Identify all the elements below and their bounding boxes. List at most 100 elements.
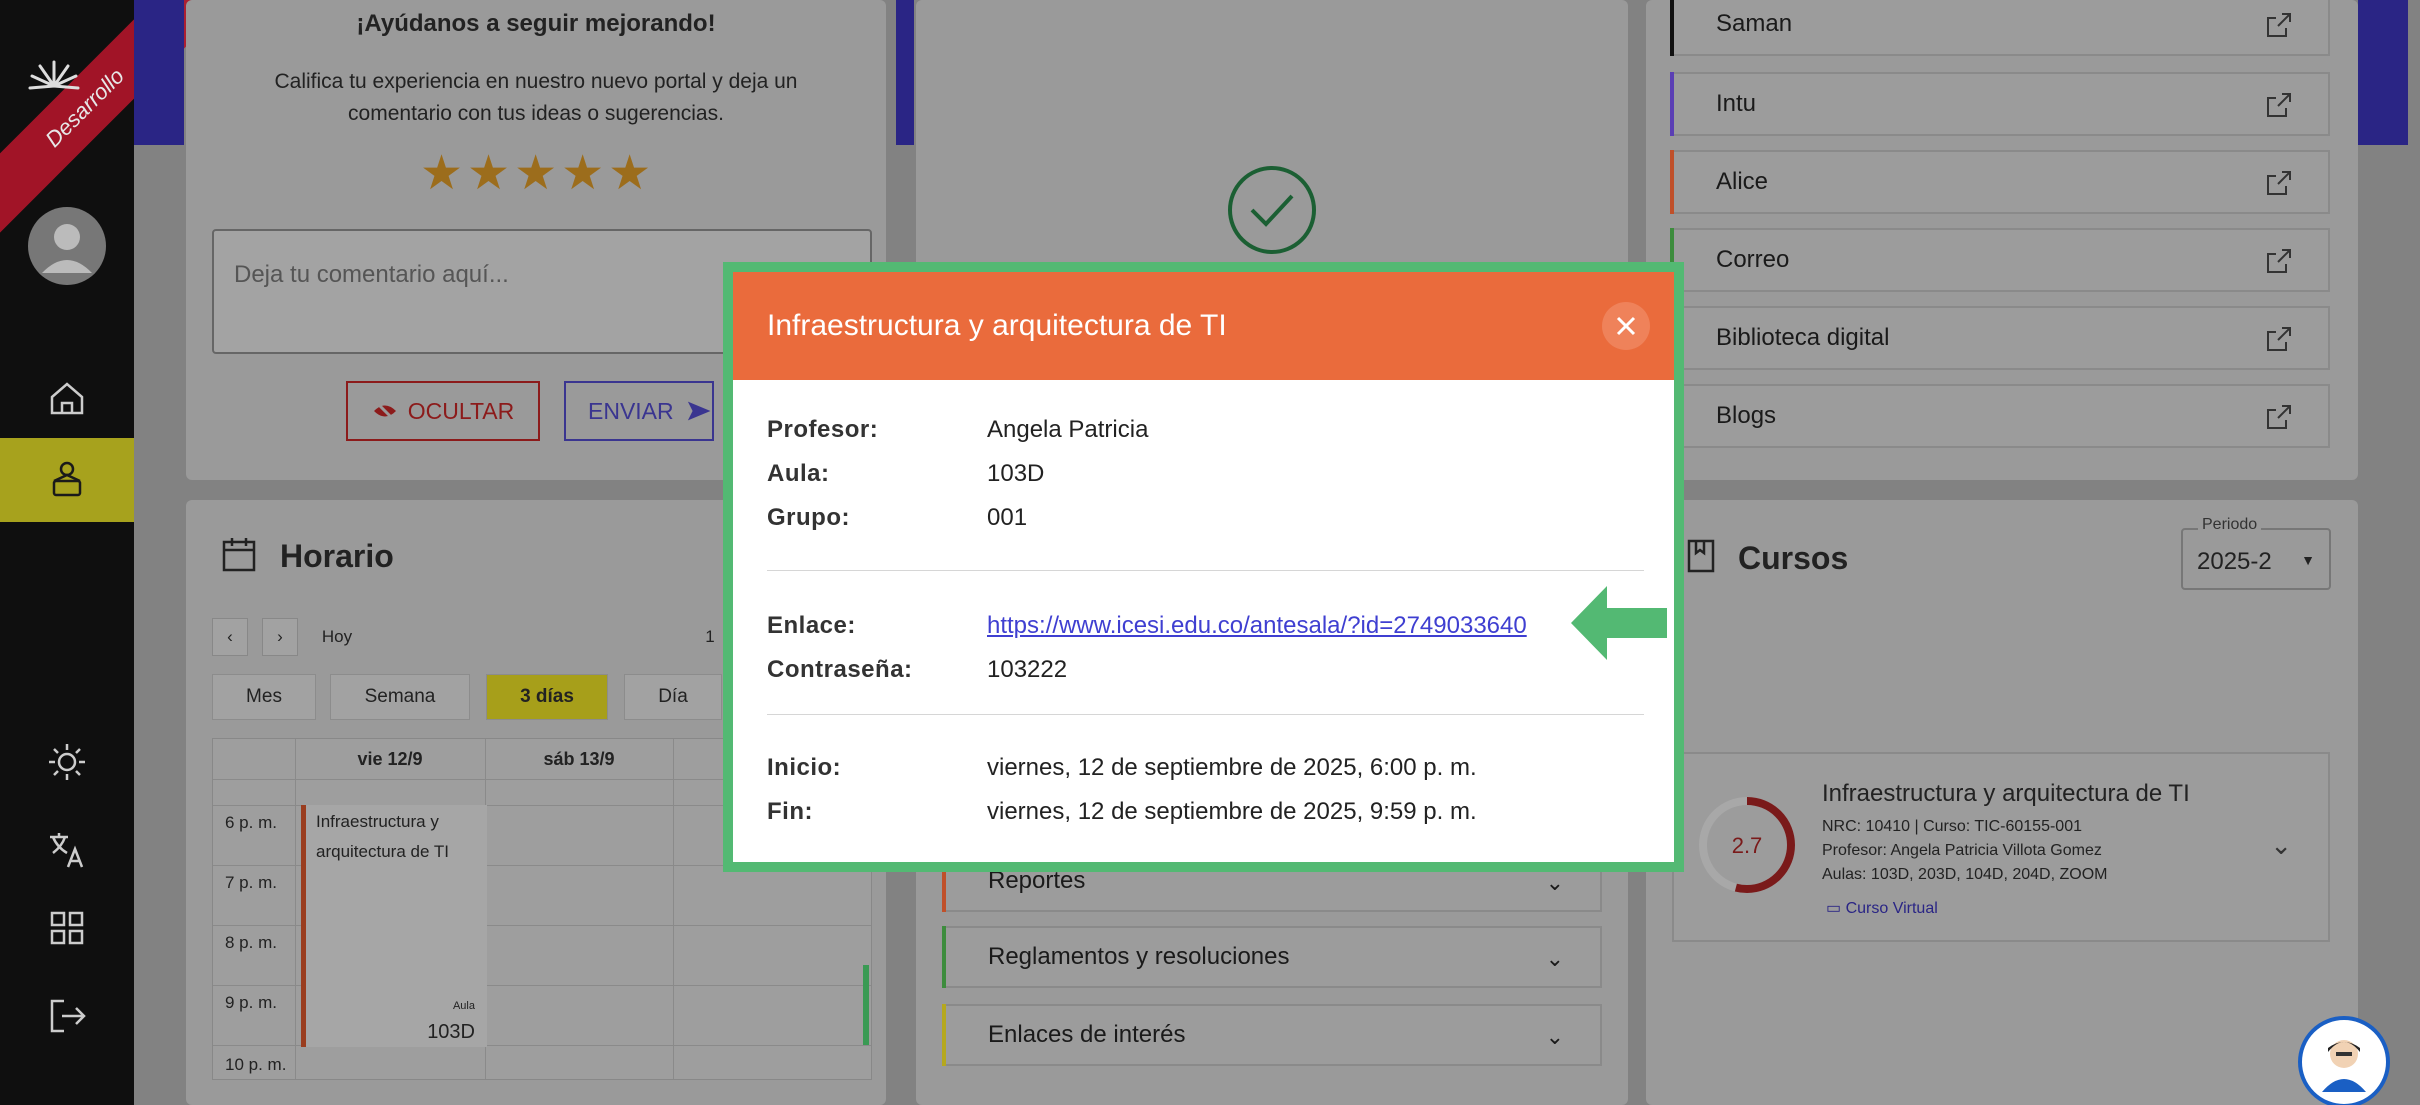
star-icon[interactable]: ★	[608, 150, 651, 198]
view-day-button[interactable]: Día	[624, 674, 722, 720]
sun-icon	[49, 744, 85, 780]
chevron-down-icon: ⌄	[1545, 1024, 1564, 1049]
contrasena-value: 103222	[987, 656, 1068, 683]
user-icon	[42, 224, 92, 273]
link-accent	[1670, 72, 1674, 136]
external-link-icon	[2267, 171, 2291, 195]
link-label: Saman	[1716, 10, 1793, 37]
meeting-link[interactable]: https://www.icesi.edu.co/antesala/?id=27…	[987, 612, 1527, 639]
course-profesor: Profesor: Angela Patricia Villota Gomez	[1822, 842, 2102, 859]
link-item-intu[interactable]: Intu	[1670, 72, 2330, 136]
logout-icon	[50, 999, 86, 1033]
aula-label: Aula:	[767, 460, 830, 487]
accordion-reglamentos[interactable]: Reglamentos y resoluciones ⌄	[942, 926, 1602, 988]
enlace-row: Enlace: https://www.icesi.edu.co/antesala…	[767, 612, 1527, 640]
course-aulas: Aulas: 103D, 203D, 104D, 204D, ZOOM	[1822, 866, 2108, 883]
books-icon	[52, 461, 82, 497]
hour-label: 7 p. m.	[225, 873, 277, 892]
hour-label: 6 p. m.	[225, 813, 277, 832]
home-icon	[50, 382, 84, 415]
link-label: Blogs	[1716, 402, 1777, 429]
link-item-saman[interactable]: Saman	[1670, 0, 2330, 56]
monitor-icon: ▭	[1826, 900, 1842, 917]
period-select[interactable]: 2025-2 ▼	[2181, 528, 2331, 590]
chevron-down-icon[interactable]: ⌄	[2270, 830, 2292, 861]
period-value: 2025-2	[2197, 548, 2272, 575]
schedule-title: Horario	[280, 538, 394, 574]
logout-button[interactable]	[0, 974, 134, 1058]
external-link-icon	[2267, 327, 2291, 351]
send-label: ENVIAR	[588, 397, 674, 424]
event-aula: 103D	[427, 1021, 475, 1043]
profesor-label: Profesor:	[767, 416, 879, 443]
arrow-left-icon	[1571, 586, 1667, 660]
view-month-button[interactable]: Mes	[212, 674, 316, 720]
course-nrc: NRC: 10410 | Curso: TIC-60155-001	[1822, 818, 2082, 835]
link-item-alice[interactable]: Alice	[1670, 150, 2330, 214]
chevron-down-icon: ⌄	[1545, 946, 1564, 971]
course-name: Infraestructura y arquitectura de TI	[1822, 780, 2190, 807]
grid-icon	[50, 911, 84, 945]
link-accent	[1670, 150, 1674, 214]
accent-bar	[134, 0, 184, 145]
star-icon[interactable]: ★	[514, 150, 557, 198]
apps-button[interactable]	[0, 886, 134, 970]
enlace-label: Enlace:	[767, 612, 856, 639]
inicio-row: Inicio: viernes, 12 de septiembre de 2025…	[767, 754, 1477, 782]
theme-toggle-button[interactable]	[0, 720, 134, 804]
course-virtual-link[interactable]: ▭ Curso Virtual	[1826, 898, 1938, 918]
divider	[767, 570, 1644, 571]
event-marker	[863, 965, 869, 1045]
next-button[interactable]: ›	[262, 618, 298, 656]
column-header: vie 12/9	[357, 748, 423, 769]
send-button[interactable]: ENVIAR	[564, 381, 714, 441]
accordion-enlaces[interactable]: Enlaces de interés ⌄	[942, 1004, 1602, 1066]
accordion-label: Enlaces de interés	[988, 1021, 1186, 1048]
home-button[interactable]	[0, 356, 134, 440]
star-icon[interactable]: ★	[561, 150, 604, 198]
book-icon	[1687, 539, 1715, 573]
profesor-row: Profesor: Angela Patricia	[767, 416, 1148, 444]
hour-label: 9 p. m.	[225, 993, 277, 1012]
external-link-icon	[2267, 93, 2291, 117]
link-label: Correo	[1716, 246, 1790, 273]
view-3days-button[interactable]: 3 días	[486, 674, 608, 720]
courses-nav-button[interactable]	[0, 438, 134, 522]
accordion-accent	[942, 1004, 946, 1066]
hour-label: 10 p. m.	[225, 1055, 287, 1074]
course-virtual-label: Curso Virtual	[1845, 900, 1938, 917]
today-button[interactable]: Hoy	[312, 618, 362, 656]
prev-button[interactable]: ‹	[212, 618, 248, 656]
star-icon[interactable]: ★	[420, 150, 463, 198]
view-week-button[interactable]: Semana	[330, 674, 470, 720]
sidebar: Desarrollo	[0, 0, 222, 1105]
link-item-blogs[interactable]: Blogs	[1670, 384, 2330, 448]
courses-title: Cursos	[1738, 540, 1849, 576]
contrasena-label: Contraseña:	[767, 656, 913, 683]
hide-button[interactable]: OCULTAR	[346, 381, 540, 441]
send-icon	[687, 401, 711, 421]
grupo-row: Grupo: 001	[767, 504, 1027, 532]
accordion-label: Reglamentos y resoluciones	[988, 943, 1290, 970]
star-icon[interactable]: ★	[467, 150, 510, 198]
feedback-description: Califica tu experiencia en nuestro nuevo…	[274, 70, 798, 125]
course-card[interactable]: 2.7 Infraestructura y arquitectura de TI…	[1672, 752, 2330, 942]
link-item-correo[interactable]: Correo	[1670, 228, 2330, 292]
chatbot-button[interactable]	[2298, 1016, 2390, 1105]
chevron-down-icon: ⌄	[1545, 870, 1564, 895]
avatar[interactable]	[28, 207, 106, 285]
fin-label: Fin:	[767, 798, 813, 825]
inicio-label: Inicio:	[767, 754, 842, 781]
star-rating[interactable]: ★ ★ ★ ★ ★	[420, 150, 660, 198]
grade-ring: 2.7	[1699, 797, 1795, 893]
language-button[interactable]	[0, 808, 134, 892]
external-link-icon	[2267, 249, 2291, 273]
calendar-event[interactable]: Infraestructura y arquitectura de TI Aul…	[301, 805, 487, 1047]
link-item-biblioteca-digital[interactable]: Biblioteca digital	[1670, 306, 2330, 370]
close-button[interactable]	[1602, 302, 1650, 350]
check-circle-icon	[1228, 166, 1316, 254]
grade-value: 2.7	[1732, 833, 1763, 858]
fin-value: viernes, 12 de septiembre de 2025, 9:59 …	[987, 798, 1477, 825]
hour-label: 8 p. m.	[225, 933, 277, 952]
calendar-icon	[222, 538, 256, 572]
